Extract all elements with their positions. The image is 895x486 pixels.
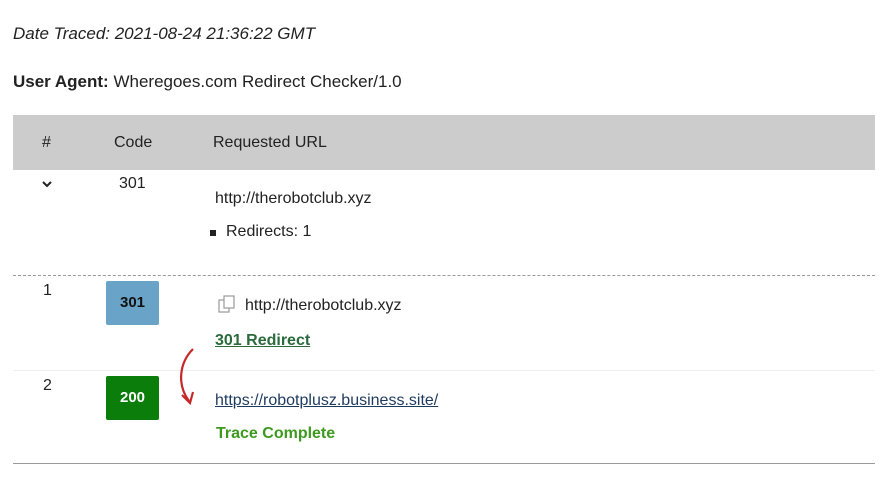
row-divider — [13, 275, 875, 276]
summary-code: 301 — [119, 175, 146, 192]
column-header-index: # — [42, 134, 51, 151]
copy-icon[interactable] — [218, 295, 236, 313]
redirect-status-link[interactable]: 301 Redirect — [215, 332, 310, 350]
user-agent-value: Wheregoes.com Redirect Checker/1.0 — [113, 72, 402, 91]
row-divider — [13, 370, 875, 371]
status-badge-200: 200 — [106, 376, 159, 420]
summary-redirects: Redirects: 1 — [226, 223, 312, 240]
user-agent-label: User Agent: — [13, 72, 109, 91]
row-2-index: 2 — [43, 377, 52, 394]
table-header: # Code Requested URL — [13, 115, 875, 170]
trace-complete-status: Trace Complete — [216, 425, 336, 442]
column-header-url: Requested URL — [213, 134, 327, 151]
summary-url: http://therobotclub.xyz — [215, 190, 372, 207]
redirect-arrow-icon — [180, 348, 195, 406]
row-1-index: 1 — [43, 282, 52, 299]
bullet-icon — [210, 230, 216, 236]
user-agent: User Agent: Wheregoes.com Redirect Check… — [13, 72, 402, 92]
row-1-url: http://therobotclub.xyz — [245, 297, 402, 314]
status-badge-301: 301 — [106, 281, 159, 325]
table-bottom-border — [13, 463, 875, 464]
column-header-code: Code — [114, 134, 153, 151]
final-url-link[interactable]: https://robotplusz.business.site/ — [215, 392, 438, 410]
chevron-down-icon[interactable] — [41, 178, 53, 190]
date-traced: Date Traced: 2021-08-24 21:36:22 GMT — [13, 24, 316, 43]
